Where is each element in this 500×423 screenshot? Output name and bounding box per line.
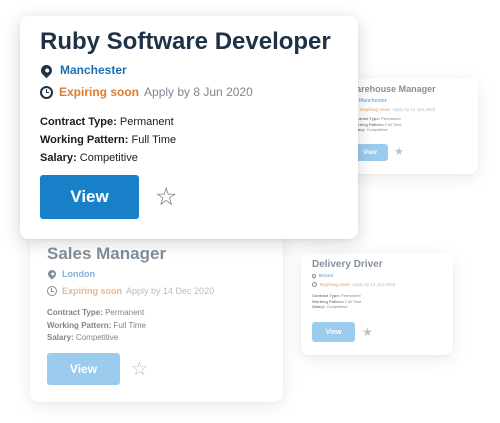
job-actions: View ☆	[40, 175, 177, 219]
clock-icon	[40, 85, 53, 99]
salary: Salary: Competitive	[40, 152, 138, 164]
clock-icon	[47, 286, 57, 296]
job-card-delivery-driver: Delivery Driver Bristol Expiring soon Ap…	[301, 253, 453, 355]
location-pin-icon	[311, 272, 317, 279]
location-pin-icon	[46, 268, 58, 280]
location-pin-icon	[38, 62, 55, 78]
apply-by-date: Apply by 12 Jun 2020	[352, 282, 396, 287]
star-icon[interactable]: ☆	[131, 360, 148, 379]
expiry-row: Expiring soon Apply by 14 Dec 2020	[47, 286, 214, 296]
expiry-row: Expiring soon Apply by 8 Jun 2020	[40, 85, 253, 99]
view-button[interactable]: View	[312, 322, 355, 342]
location-label: Manchester	[359, 98, 387, 104]
apply-by-date: Apply by 12 Jun 2020	[392, 107, 436, 112]
view-button[interactable]: View	[40, 175, 139, 219]
salary: Salary: Competitive	[47, 333, 119, 342]
star-icon[interactable]: ☆	[155, 184, 177, 210]
clock-icon	[312, 282, 317, 287]
job-details: Contract Type: Permanent Working Pattern…	[312, 293, 362, 310]
job-title: Delivery Driver	[312, 259, 383, 270]
job-details: Contract Type: Permanent Working Pattern…	[40, 113, 176, 167]
star-icon[interactable]: ★	[362, 326, 373, 338]
expiring-soon-label: Expiring soon	[59, 85, 140, 99]
expiring-soon-label: Expiring soon	[320, 282, 351, 287]
job-details: Contract Type: Permanent Working Pattern…	[47, 307, 146, 345]
job-actions: View ★	[352, 144, 404, 161]
working-pattern: Working Pattern: Full Time	[47, 320, 146, 330]
expiry-row: Expiring soon Apply by 12 Jun 2020	[312, 282, 395, 287]
job-location: Manchester	[38, 62, 127, 78]
job-actions: View ★	[312, 322, 373, 342]
job-card-ruby-software-developer: Ruby Software Developer Manchester Expir…	[20, 16, 358, 239]
working-pattern: Working Pattern: Full Time	[40, 134, 177, 146]
apply-by-date: Apply by 14 Dec 2020	[126, 286, 215, 296]
view-button[interactable]: View	[47, 353, 120, 385]
salary: Salary: Competitive	[352, 127, 388, 132]
job-title: Sales Manager	[47, 244, 167, 263]
expiring-soon-label: Expiring soon	[360, 107, 391, 112]
job-card-sales-manager: Sales Manager London Expiring soon Apply…	[30, 232, 283, 402]
job-details: Contract Type: Permanent Working Pattern…	[352, 116, 402, 133]
expiring-soon-label: Expiring soon	[62, 286, 123, 296]
location-label: Manchester	[60, 63, 127, 77]
location-label: London	[62, 269, 95, 279]
contract-type: Contract Type: Permanent	[40, 116, 174, 128]
job-title: Ruby Software Developer	[40, 28, 331, 55]
location-label: Bristol	[319, 273, 334, 278]
apply-by-date: Apply by 8 Jun 2020	[144, 85, 253, 99]
job-title: Warehouse Manager	[348, 84, 436, 94]
job-location: London	[46, 268, 95, 280]
job-location: Bristol	[311, 272, 334, 279]
salary: Salary: Competitive	[312, 304, 348, 309]
job-card-warehouse-manager: Warehouse Manager Manchester Expiring so…	[338, 78, 478, 174]
job-actions: View ☆	[47, 353, 148, 385]
star-icon[interactable]: ★	[394, 147, 404, 158]
contract-type: Contract Type: Permanent	[47, 308, 145, 317]
expiry-row: Expiring soon Apply by 12 Jun 2020	[352, 107, 435, 112]
